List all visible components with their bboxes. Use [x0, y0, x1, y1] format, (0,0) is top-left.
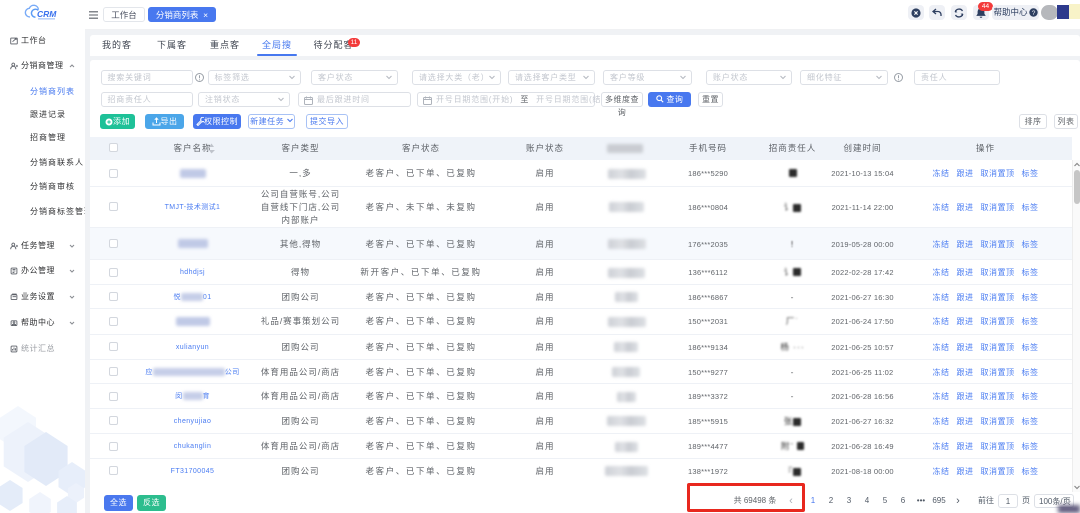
- svg-text:CRM: CRM: [37, 9, 57, 19]
- svg-text:?: ?: [1031, 10, 1035, 17]
